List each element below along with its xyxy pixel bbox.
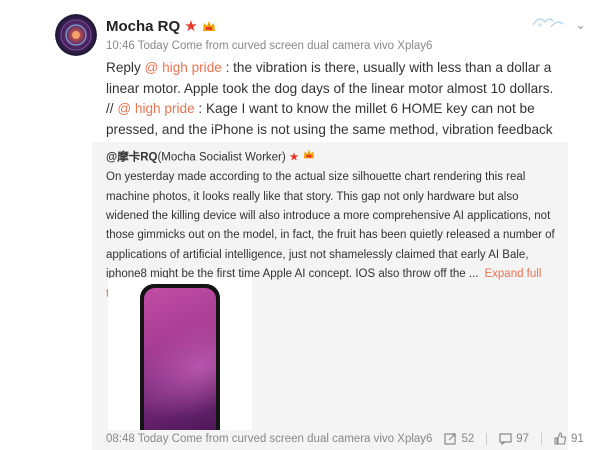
repost-image[interactable] <box>108 278 252 430</box>
repost-footer: 08:48 Today Come from curved screen dual… <box>106 432 584 445</box>
vip-badge-icon[interactable] <box>201 19 217 33</box>
post-meta: 10:46 Today Come from curved screen dual… <box>106 40 586 52</box>
comment-count: 97 <box>516 432 530 445</box>
divider <box>541 432 543 445</box>
divider <box>486 432 488 445</box>
comment-icon <box>499 433 512 445</box>
repost-actions: 52 97 91 <box>432 432 584 445</box>
like-count: 91 <box>571 432 584 445</box>
post-time[interactable]: 10:46 Today <box>106 40 168 52</box>
phone-screen <box>144 288 216 430</box>
top-right-controls: ⌄ <box>531 13 586 36</box>
post-header: Mocha RQ ★ 10:46 Today Come from curved … <box>106 16 586 53</box>
mention-link[interactable]: @ high pride <box>145 60 222 75</box>
repost-count: 52 <box>461 432 475 445</box>
like-icon <box>554 432 567 445</box>
bird-icon <box>531 13 565 36</box>
comment-button[interactable]: 97 <box>486 432 529 445</box>
repost-body: On yesterday made according to the actua… <box>106 171 555 281</box>
chevron-down-icon[interactable]: ⌄ <box>575 17 586 33</box>
mention-link[interactable]: @ high pride <box>117 101 194 116</box>
vip-badge-icon[interactable] <box>302 148 316 167</box>
post-source[interactable]: Come from curved screen dual camera vivo… <box>172 40 433 52</box>
star-icon: ★ <box>288 151 300 164</box>
repost-user-desc: (Mocha Socialist Worker) <box>157 151 286 164</box>
repost-card: @摩卡RQ(Mocha Socialist Worker) ★ On yeste… <box>92 142 584 450</box>
repost-button[interactable]: 52 <box>444 432 474 445</box>
repost-time[interactable]: 08:48 Today <box>106 433 168 445</box>
avatar[interactable] <box>55 14 97 56</box>
repost-icon <box>444 433 457 445</box>
star-icon: ★ <box>184 18 198 35</box>
username[interactable]: Mocha RQ <box>106 18 180 35</box>
like-button[interactable]: 91 <box>541 432 584 445</box>
repost-source[interactable]: Come from curved screen dual camera vivo… <box>172 433 433 445</box>
repost-footer-time: 08:48 Today Come from curved screen dual… <box>106 433 432 445</box>
repost-username[interactable]: @摩卡RQ <box>106 152 157 164</box>
reply-prefix: Reply <box>106 60 145 75</box>
phone-image <box>140 284 220 430</box>
